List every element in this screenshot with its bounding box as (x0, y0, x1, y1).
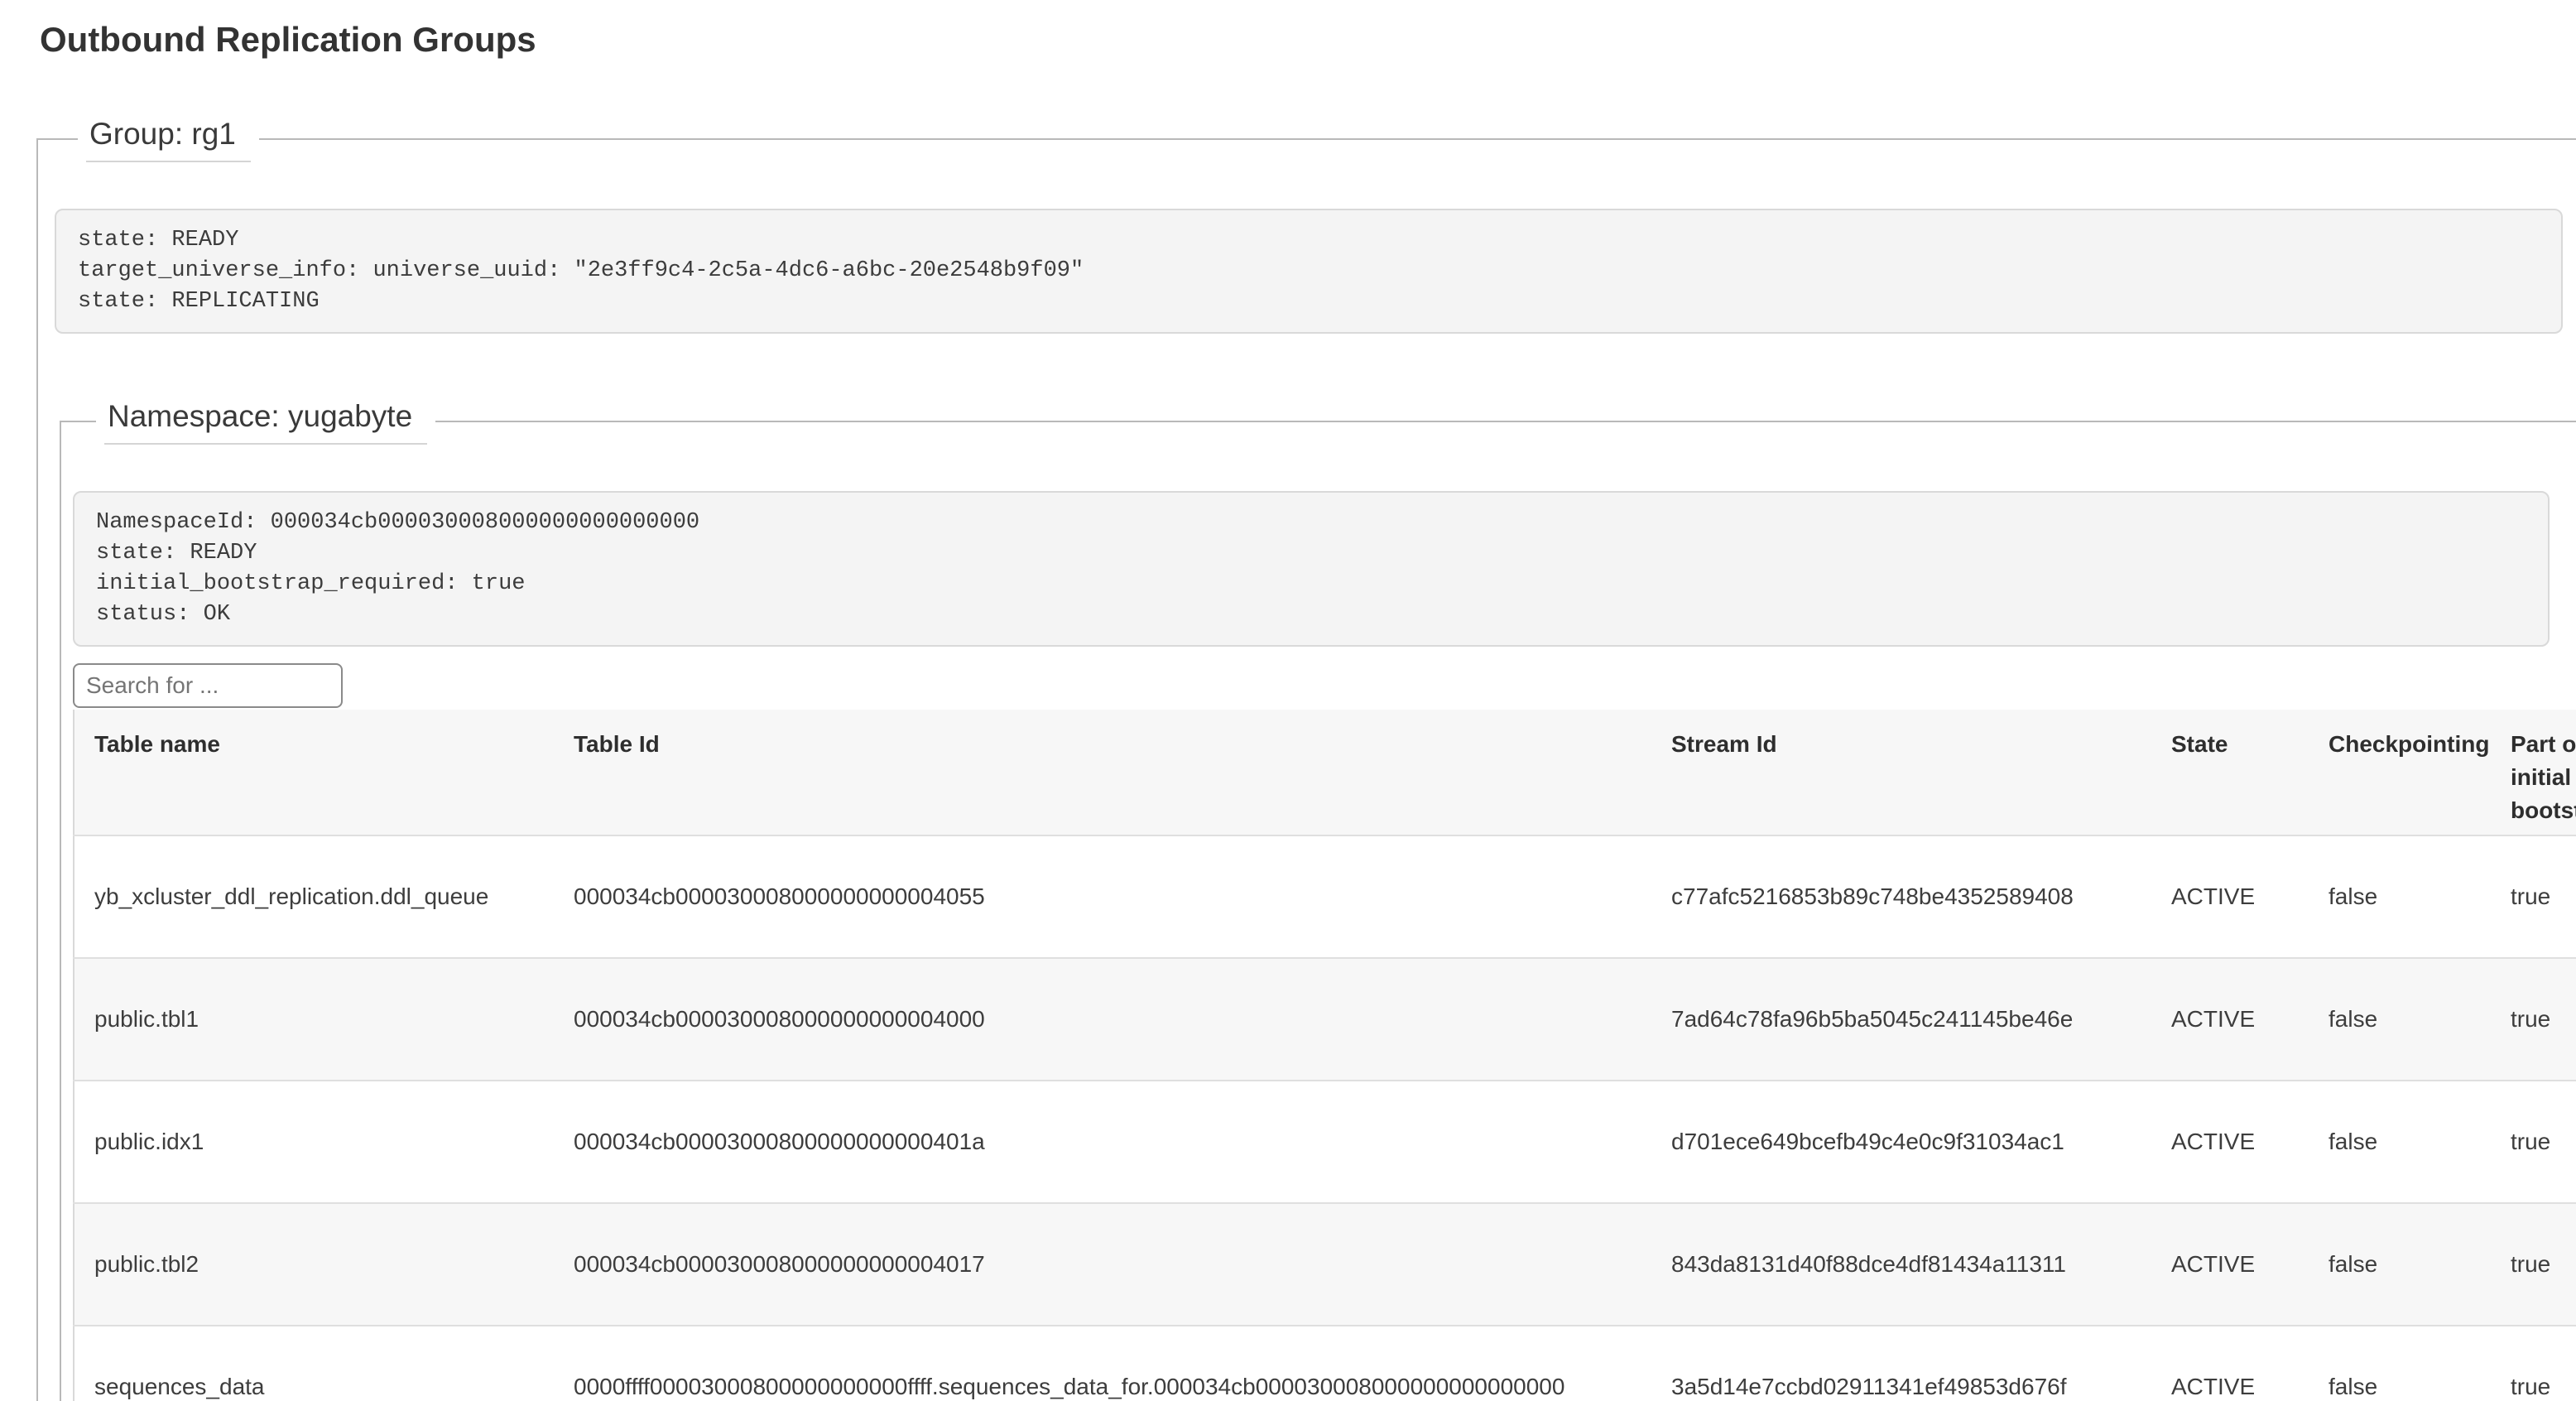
cell-table-name: public.idx1 (74, 1081, 554, 1203)
cell-part-of-initial-bootstrap: true (2491, 835, 2576, 958)
cell-state: ACTIVE (2151, 1081, 2309, 1203)
cell-state: ACTIVE (2151, 1326, 2309, 1401)
namespace-info-line: state: READY (96, 538, 2526, 569)
namespace-legend-text: Namespace: yugabyte (104, 398, 427, 445)
cell-table-name: sequences_data (74, 1326, 554, 1401)
cell-part-of-initial-bootstrap: true (2491, 1203, 2576, 1326)
cell-table-id: 000034cb000030008000000000004000 (554, 958, 1651, 1081)
cell-stream-id: 843da8131d40f88dce4df81434a11311 (1651, 1203, 2151, 1326)
group-info-line: state: REPLICATING (78, 286, 2540, 317)
group-info-line: state: READY (78, 225, 2540, 256)
cell-checkpointing: false (2309, 958, 2491, 1081)
group-legend-text: Group: rg1 (86, 116, 251, 162)
namespace-legend: Namespace: yugabyte (96, 398, 435, 445)
namespace-info-line: initial_bootstrap_required: true (96, 569, 2526, 599)
replicated-tables-table: Table name Table Id Stream Id State Chec… (73, 710, 2576, 1401)
cell-checkpointing: false (2309, 1203, 2491, 1326)
table-row: sequences_data 0000ffff00003000800000000… (74, 1326, 2576, 1401)
table-header-row: Table name Table Id Stream Id State Chec… (74, 710, 2576, 835)
cell-part-of-initial-bootstrap: true (2491, 958, 2576, 1081)
cell-checkpointing: false (2309, 1081, 2491, 1203)
cell-part-of-initial-bootstrap: true (2491, 1326, 2576, 1401)
cell-stream-id: d701ece649bcefb49c4e0c9f31034ac1 (1651, 1081, 2151, 1203)
column-header-stream-id: Stream Id (1651, 710, 2151, 835)
group-legend: Group: rg1 (78, 116, 259, 162)
group-info-code: state: READYtarget_universe_info: univer… (55, 209, 2563, 334)
group-info-line: target_universe_info: universe_uuid: "2e… (78, 256, 2540, 286)
cell-stream-id: 7ad64c78fa96b5ba5045c241145be46e (1651, 958, 2151, 1081)
table-row: public.tbl1 000034cb00003000800000000000… (74, 958, 2576, 1081)
search-input[interactable] (73, 663, 343, 708)
cell-table-id: 000034cb000030008000000000004017 (554, 1203, 1651, 1326)
namespace-info-code: NamespaceId: 000034cb0000300080000000000… (73, 491, 2550, 647)
cell-table-name: public.tbl2 (74, 1203, 554, 1326)
cell-checkpointing: false (2309, 835, 2491, 958)
column-header-table-name: Table name (74, 710, 554, 835)
namespace-info-line: status: OK (96, 599, 2526, 630)
column-header-part-of-initial-bootstrap: Part of initial bootstrap (2491, 710, 2576, 835)
column-header-table-id: Table Id (554, 710, 1651, 835)
table-row: yb_xcluster_ddl_replication.ddl_queue 00… (74, 835, 2576, 958)
page-title: Outbound Replication Groups (40, 18, 2576, 61)
table-row: public.idx1 000034cb00003000800000000000… (74, 1081, 2576, 1203)
cell-table-name: public.tbl1 (74, 958, 554, 1081)
cell-state: ACTIVE (2151, 1203, 2309, 1326)
cell-checkpointing: false (2309, 1326, 2491, 1401)
cell-stream-id: c77afc5216853b89c748be4352589408 (1651, 835, 2151, 958)
column-header-state: State (2151, 710, 2309, 835)
namespace-fieldset: Namespace: yugabyte NamespaceId: 000034c… (60, 398, 2576, 1401)
cell-table-name: yb_xcluster_ddl_replication.ddl_queue (74, 835, 554, 958)
group-fieldset: Group: rg1 state: READYtarget_universe_i… (36, 116, 2576, 1401)
cell-stream-id: 3a5d14e7ccbd02911341ef49853d676f (1651, 1326, 2151, 1401)
cell-state: ACTIVE (2151, 835, 2309, 958)
cell-state: ACTIVE (2151, 958, 2309, 1081)
namespace-info-line: NamespaceId: 000034cb0000300080000000000… (96, 508, 2526, 538)
cell-part-of-initial-bootstrap: true (2491, 1081, 2576, 1203)
cell-table-id: 0000ffff00003000800000000000ffff.sequenc… (554, 1326, 1651, 1401)
cell-table-id: 000034cb000030008000000000004055 (554, 835, 1651, 958)
table-row: public.tbl2 000034cb00003000800000000000… (74, 1203, 2576, 1326)
column-header-checkpointing: Checkpointing (2309, 710, 2491, 835)
cell-table-id: 000034cb00003000800000000000401a (554, 1081, 1651, 1203)
